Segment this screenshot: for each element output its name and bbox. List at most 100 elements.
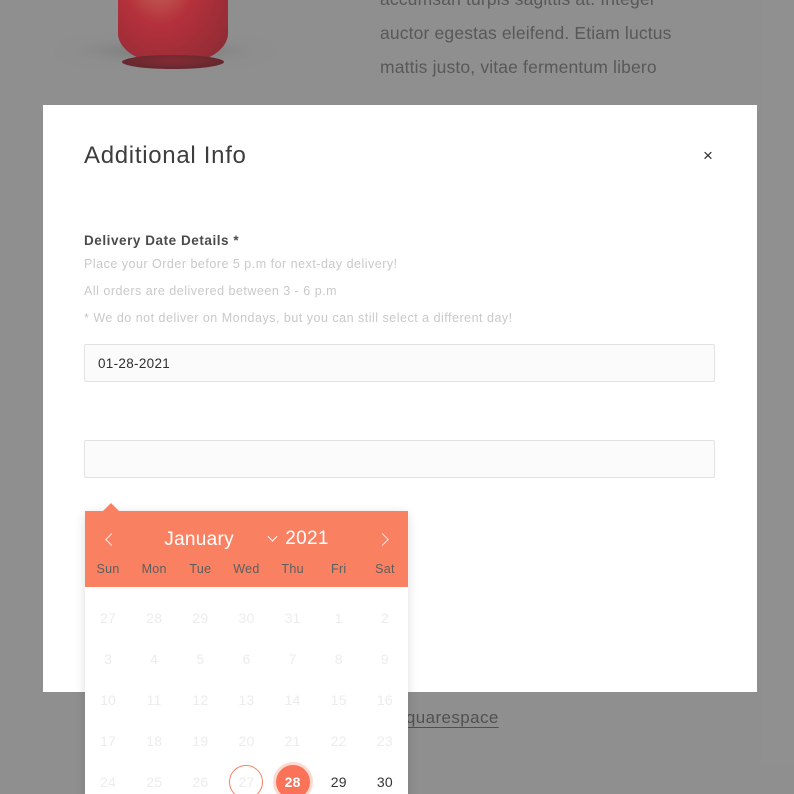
modal-overlay[interactable]: Additional Info × Delivery Date Details …	[0, 0, 794, 794]
calendar-grid: 27 28 29 30 31 1 2 3 4 5 6 7 8 9 10 11 12 13 14 15 16 17 18 19 2…	[85, 587, 408, 794]
close-icon[interactable]: ×	[695, 143, 721, 169]
calendar-day-26: 26	[177, 761, 223, 794]
chevron-down-icon	[267, 531, 278, 542]
calendar-day-19: 19	[177, 720, 223, 761]
delivery-date-label: Delivery Date Details *	[84, 233, 240, 248]
calendar-day-label: 6	[242, 650, 251, 667]
calendar-day-label: 22	[330, 732, 347, 749]
calendar-day-label: 8	[334, 650, 343, 667]
calendar-day-17: 17	[85, 720, 131, 761]
calendar-day-label: 25	[146, 773, 163, 790]
calendar-day-30: 30	[223, 597, 269, 638]
weekday-label-mon: Mon	[141, 562, 167, 576]
month-year-group: JanuaryFebruaryMarchAprilMayJuneJulyAugu…	[164, 528, 328, 550]
calendar-day-1: 1	[316, 597, 362, 638]
calendar-day-label: 19	[192, 732, 209, 749]
calendar-day-label: 1	[334, 609, 343, 626]
calendar-day-18: 18	[131, 720, 177, 761]
delivery-note: All orders are delivered between 3 - 6 p…	[84, 284, 338, 298]
calendar-day-label: 29	[192, 609, 209, 626]
calendar-day-label: 5	[196, 650, 205, 667]
calendar-day-label: 7	[288, 650, 297, 667]
calendar-day-16: 16	[362, 679, 408, 720]
calendar-day-31: 31	[270, 597, 316, 638]
calendar-day-label: 30	[376, 773, 393, 790]
weekday-label-sat: Sat	[375, 562, 395, 576]
calendar-day-22: 22	[316, 720, 362, 761]
calendar-day-label: 18	[146, 732, 163, 749]
calendar-day-29: 29	[177, 597, 223, 638]
calendar-day-24: 24	[85, 761, 131, 794]
calendar-day-12: 12	[177, 679, 223, 720]
delivery-date-input[interactable]	[84, 344, 715, 382]
weekday-label-wed: Wed	[233, 562, 260, 576]
calendar-day-label: 29	[330, 773, 347, 790]
calendar-day-label: 24	[100, 773, 117, 790]
calendar-day-label: 30	[238, 609, 255, 626]
calendar-day-label: 28	[275, 764, 310, 794]
calendar-day-label: 4	[150, 650, 159, 667]
calendar-day-21: 21	[270, 720, 316, 761]
additional-info-modal: Additional Info × Delivery Date Details …	[43, 105, 757, 794]
calendar-day-label: 17	[100, 732, 117, 749]
weekday-header-row: Sun Mon Tue Wed Thu Fri Sat	[85, 558, 408, 587]
delivery-note: * We do not deliver on Mondays, but you …	[84, 311, 513, 325]
calendar-day-label: 16	[376, 691, 393, 708]
calendar-day-label: 14	[284, 691, 301, 708]
calendar-day-2: 2	[362, 597, 408, 638]
calendar-day-28: 28	[131, 597, 177, 638]
chevron-left-glyph	[104, 532, 118, 546]
weekday-label-tue: Tue	[189, 562, 212, 576]
calendar-day-6: 6	[223, 638, 269, 679]
calendar-day-label: 27	[100, 609, 117, 626]
calendar-day-30[interactable]: 30	[362, 761, 408, 794]
calendar-day-9: 9	[362, 638, 408, 679]
chevron-right-glyph	[375, 532, 389, 546]
calendar-day-label: 10	[100, 691, 117, 708]
chevron-right-icon[interactable]	[368, 525, 396, 553]
calendar-day-label: 21	[284, 732, 301, 749]
calendar-day-label: 23	[376, 732, 393, 749]
calendar-day-13: 13	[223, 679, 269, 720]
calendar-day-7: 7	[270, 638, 316, 679]
calendar-day-label: 27	[229, 764, 264, 794]
calendar-day-5: 5	[177, 638, 223, 679]
calendar-day-20: 20	[223, 720, 269, 761]
datepicker-popup: JanuaryFebruaryMarchAprilMayJuneJulyAugu…	[85, 503, 408, 794]
calendar-day-label: 28	[146, 609, 163, 626]
calendar-day-29[interactable]: 29	[316, 761, 362, 794]
calendar-day-label: 26	[192, 773, 209, 790]
weekday-label-thu: Thu	[281, 562, 304, 576]
calendar-day-label: 15	[330, 691, 347, 708]
calendar-day-3: 3	[85, 638, 131, 679]
datepicker-header: JanuaryFebruaryMarchAprilMayJuneJulyAugu…	[85, 511, 408, 587]
calendar-day-label: 2	[380, 609, 389, 626]
calendar-day-label: 9	[380, 650, 389, 667]
calendar-day-label: 13	[238, 691, 255, 708]
calendar-day-label: 20	[238, 732, 255, 749]
calendar-day-label: 3	[104, 650, 113, 667]
modal-header: Additional Info ×	[43, 105, 757, 205]
modal-body: Delivery Date Details * Place your Order…	[43, 233, 757, 794]
datepicker-nav-row: JanuaryFebruaryMarchAprilMayJuneJulyAugu…	[85, 520, 408, 558]
calendar-day-4: 4	[131, 638, 177, 679]
calendar-day-label: 11	[146, 691, 162, 708]
calendar-day-28[interactable]: 28	[270, 761, 316, 794]
month-dropdown[interactable]: JanuaryFebruaryMarchAprilMayJuneJulyAugu…	[164, 528, 261, 550]
calendar-day-label: 31	[284, 609, 301, 626]
year-label: 2021	[285, 528, 329, 549]
delivery-note: Place your Order before 5 p.m for next-d…	[84, 257, 398, 271]
secondary-text-input[interactable]	[84, 440, 715, 478]
calendar-day-14: 14	[270, 679, 316, 720]
calendar-day-23: 23	[362, 720, 408, 761]
calendar-day-10: 10	[85, 679, 131, 720]
chevron-left-icon[interactable]	[97, 525, 125, 553]
calendar-day-15: 15	[316, 679, 362, 720]
datepicker-caret	[102, 503, 120, 512]
calendar-day-label: 12	[192, 691, 209, 708]
calendar-day-11: 11	[131, 679, 177, 720]
weekday-label-fri: Fri	[331, 562, 347, 576]
calendar-day-27: 27	[223, 761, 269, 794]
calendar-day-8: 8	[316, 638, 362, 679]
calendar-day-27: 27	[85, 597, 131, 638]
